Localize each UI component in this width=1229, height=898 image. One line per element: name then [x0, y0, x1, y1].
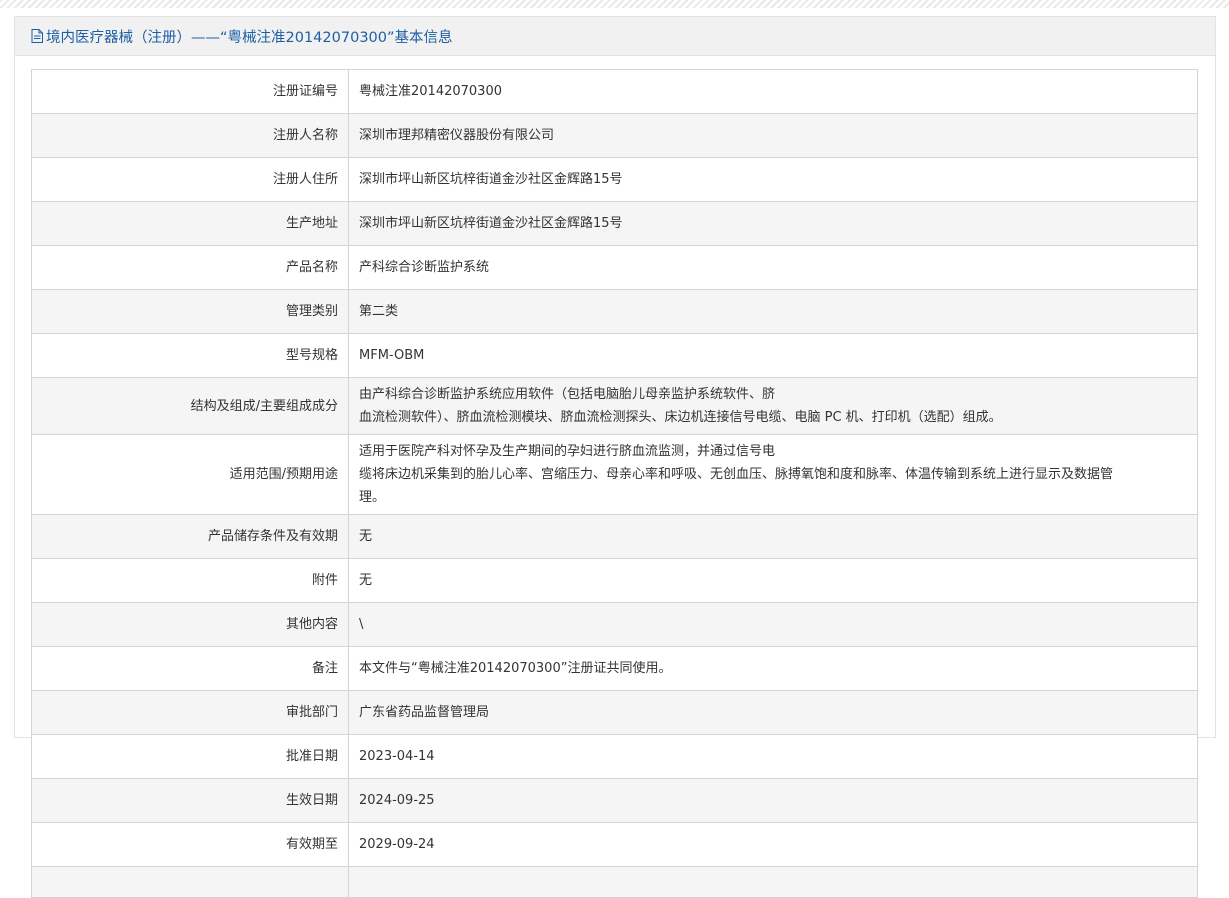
row-label: 结构及组成/主要组成成分 — [31, 377, 349, 435]
value-line: 适用于医院产科对怀孕及生产期间的孕妇进行脐血流监测，并通过信号电 — [359, 444, 776, 459]
info-table: 注册证编号 粤械注准20142070300 注册人名称 深圳市理邦精密仪器股份有… — [31, 69, 1198, 898]
row-label: 生效日期 — [31, 778, 349, 823]
row-label: 产品名称 — [31, 245, 349, 290]
row-label: 管理类别 — [31, 289, 349, 334]
row-value: 产科综合诊断监护系统 — [348, 245, 1198, 290]
row-value: 由产科综合诊断监护系统应用软件（包括电脑胎儿母亲监护系统软件、脐 血流检测软件）… — [348, 377, 1198, 435]
row-label: 其他内容 — [31, 602, 349, 647]
table-row: 附件 无 — [31, 558, 1198, 603]
row-value: 2029-09-24 — [348, 822, 1198, 867]
table-row-clipped — [31, 866, 1198, 898]
row-value: 深圳市坪山新区坑梓街道金沙社区金辉路15号 — [348, 157, 1198, 202]
table-row: 注册人住所 深圳市坪山新区坑梓街道金沙社区金辉路15号 — [31, 157, 1198, 202]
row-value: \ — [348, 602, 1198, 647]
row-value — [348, 866, 1198, 898]
row-value: 第二类 — [348, 289, 1198, 334]
row-label: 注册人名称 — [31, 113, 349, 158]
row-value: 2023-04-14 — [348, 734, 1198, 779]
table-row: 生产地址 深圳市坪山新区坑梓街道金沙社区金辉路15号 — [31, 201, 1198, 246]
row-label: 附件 — [31, 558, 349, 603]
row-value: 2024-09-25 — [348, 778, 1198, 823]
row-value: 粤械注准20142070300 — [348, 69, 1198, 114]
row-value: 深圳市理邦精密仪器股份有限公司 — [348, 113, 1198, 158]
row-label: 注册证编号 — [31, 69, 349, 114]
row-label: 产品储存条件及有效期 — [31, 514, 349, 559]
table-row: 结构及组成/主要组成成分 由产科综合诊断监护系统应用软件（包括电脑胎儿母亲监护系… — [31, 377, 1198, 435]
table-row: 注册证编号 粤械注准20142070300 — [31, 69, 1198, 114]
table-row: 产品名称 产科综合诊断监护系统 — [31, 245, 1198, 290]
row-label: 型号规格 — [31, 333, 349, 378]
table-row: 备注 本文件与“粤械注准20142070300”注册证共同使用。 — [31, 646, 1198, 691]
info-table-body: 注册证编号 粤械注准20142070300 注册人名称 深圳市理邦精密仪器股份有… — [31, 69, 1198, 898]
row-label: 审批部门 — [31, 690, 349, 735]
table-row: 适用范围/预期用途 适用于医院产科对怀孕及生产期间的孕妇进行脐血流监测，并通过信… — [31, 434, 1198, 515]
row-value: 深圳市坪山新区坑梓街道金沙社区金辉路15号 — [348, 201, 1198, 246]
row-label — [31, 866, 349, 898]
row-value: 无 — [348, 514, 1198, 559]
value-line: 血流检测软件）、脐血流检测模块、脐血流检测探头、床边机连接信号电缆、电脑 PC … — [359, 410, 1002, 425]
table-row: 审批部门 广东省药品监督管理局 — [31, 690, 1198, 735]
panel-header: 境内医疗器械（注册）——“粤械注准20142070300”基本信息 — [15, 17, 1215, 56]
value-line: 由产科综合诊断监护系统应用软件（包括电脑胎儿母亲监护系统软件、脐 — [359, 387, 776, 402]
table-row: 生效日期 2024-09-25 — [31, 778, 1198, 823]
table-row: 产品储存条件及有效期 无 — [31, 514, 1198, 559]
table-row: 有效期至 2029-09-24 — [31, 822, 1198, 867]
table-row: 其他内容 \ — [31, 602, 1198, 647]
row-label: 生产地址 — [31, 201, 349, 246]
row-value: 广东省药品监督管理局 — [348, 690, 1198, 735]
row-value: 无 — [348, 558, 1198, 603]
info-panel: 境内医疗器械（注册）——“粤械注准20142070300”基本信息 注册证编号 … — [14, 16, 1216, 898]
table-row: 批准日期 2023-04-14 — [31, 734, 1198, 779]
value-line: 理。 — [359, 490, 386, 505]
row-value: MFM-OBM — [348, 333, 1198, 378]
row-label: 注册人住所 — [31, 157, 349, 202]
row-label: 批准日期 — [31, 734, 349, 779]
value-line: 缆将床边机采集到的胎儿心率、宫缩压力、母亲心率和呼吸、无创血压、脉搏氧饱和度和脉… — [359, 467, 1114, 482]
page-title: 境内医疗器械（注册）——“粤械注准20142070300”基本信息 — [46, 29, 453, 46]
top-stripe — [0, 0, 1229, 8]
row-label: 有效期至 — [31, 822, 349, 867]
table-row: 型号规格 MFM-OBM — [31, 333, 1198, 378]
row-value: 本文件与“粤械注准20142070300”注册证共同使用。 — [348, 646, 1198, 691]
table-row: 管理类别 第二类 — [31, 289, 1198, 334]
table-row: 注册人名称 深圳市理邦精密仪器股份有限公司 — [31, 113, 1198, 158]
row-label: 备注 — [31, 646, 349, 691]
row-value: 适用于医院产科对怀孕及生产期间的孕妇进行脐血流监测，并通过信号电 缆将床边机采集… — [348, 434, 1198, 515]
document-icon — [31, 29, 43, 43]
row-label: 适用范围/预期用途 — [31, 434, 349, 515]
